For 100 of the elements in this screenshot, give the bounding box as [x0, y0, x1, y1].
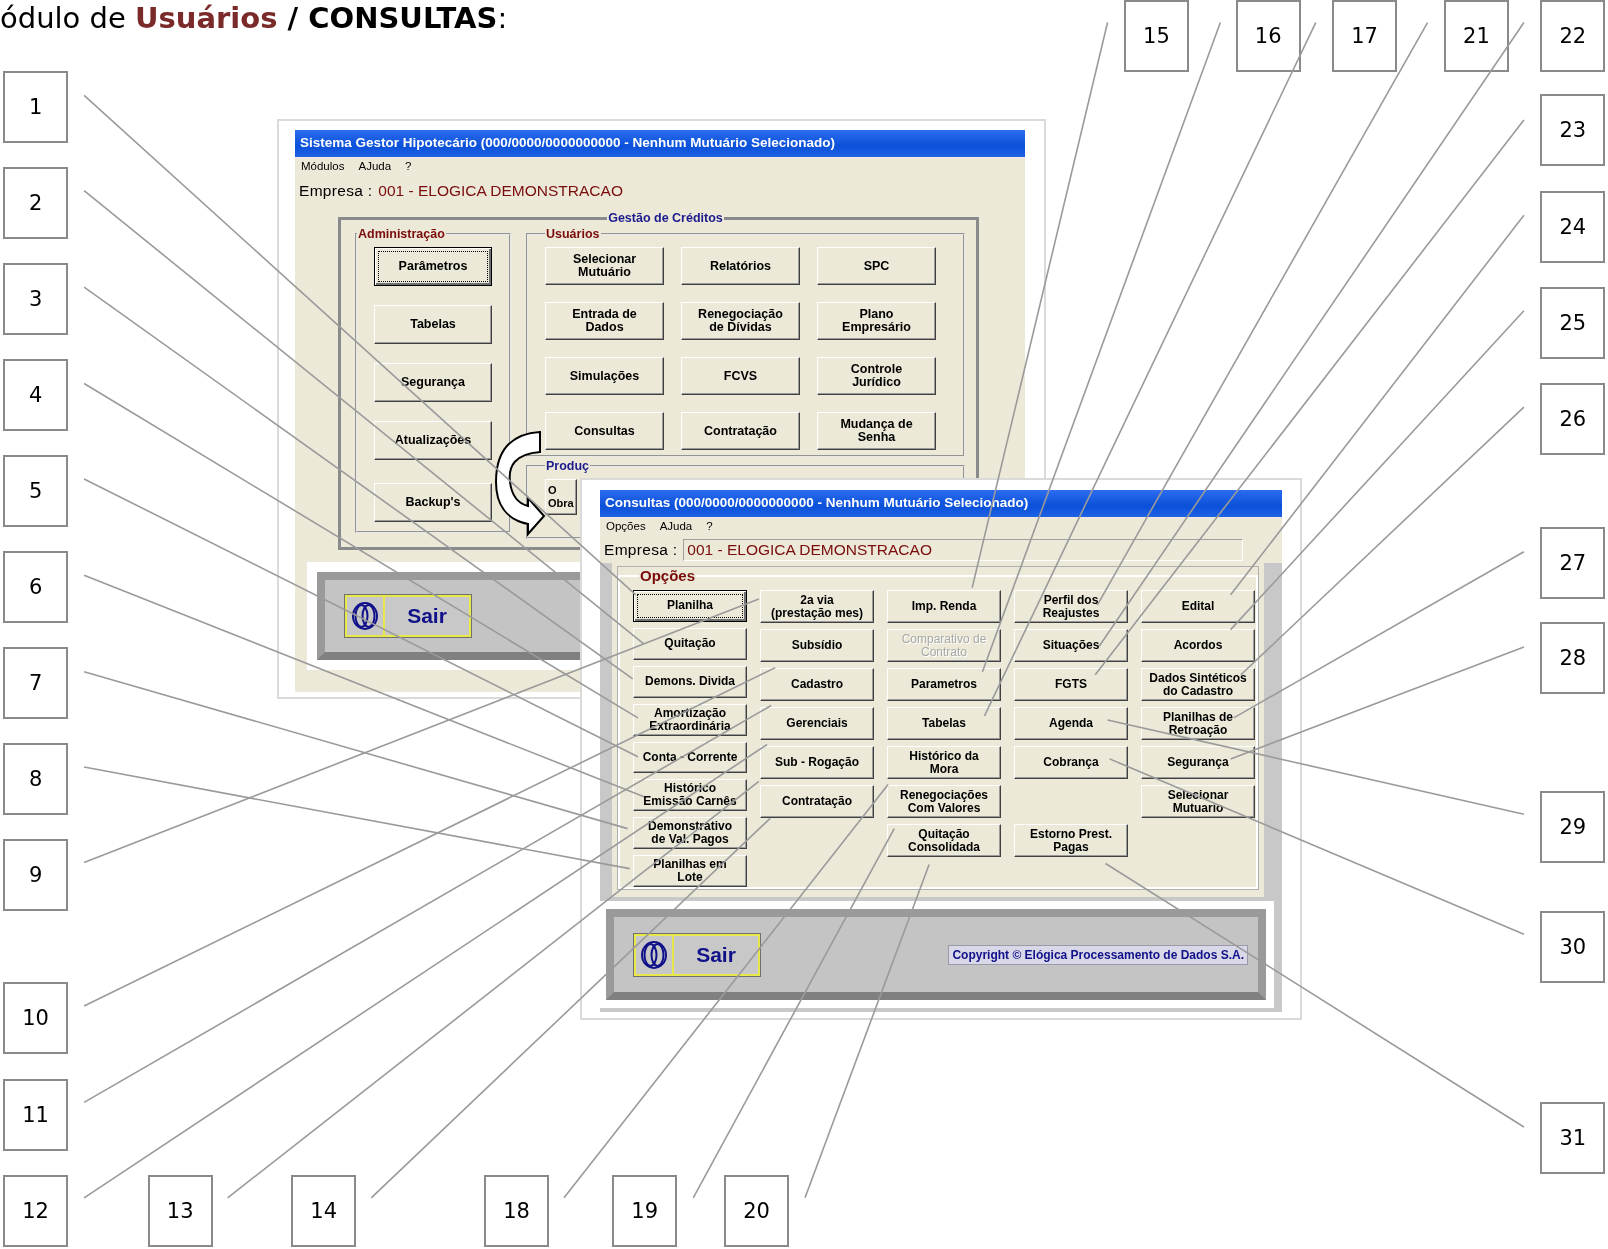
- callout-number: 20: [724, 1175, 789, 1248]
- callout-number: 6: [3, 550, 69, 623]
- callout-number: 13: [147, 1175, 213, 1248]
- callout-number: 12: [3, 1175, 69, 1248]
- callout-number: 18: [484, 1175, 550, 1248]
- menu-button[interactable]: Relatórios: [681, 247, 800, 285]
- menu-button[interactable]: Mudança de Senha: [817, 412, 936, 450]
- callout-number: 14: [291, 1175, 357, 1248]
- callout-number: 25: [1540, 287, 1606, 360]
- callout-number: 31: [1540, 1102, 1606, 1175]
- menu-button[interactable]: Histórico da Mora: [887, 746, 1001, 779]
- menu-button[interactable]: 2a via (prestação mes): [760, 590, 874, 623]
- menu-button[interactable]: Selecionar Mutuario: [1141, 785, 1255, 818]
- exit-button[interactable]: Sair: [345, 595, 471, 637]
- menu-button[interactable]: Edital: [1141, 590, 1255, 623]
- menu-button[interactable]: O Obra: [545, 479, 577, 515]
- group-title: Administração: [357, 227, 446, 241]
- menu-item[interactable]: Opções: [606, 520, 646, 537]
- callout-number: 3: [3, 262, 69, 335]
- group-title: Produç: [545, 459, 591, 473]
- callout-number: 27: [1540, 527, 1606, 600]
- menu-button[interactable]: Quitação Consolidada: [887, 824, 1001, 857]
- callout-number: 8: [3, 743, 69, 816]
- callout-number: 16: [1235, 0, 1301, 72]
- menu-button[interactable]: Estorno Prest. Pagas: [1014, 824, 1128, 857]
- menu-button[interactable]: Subsídio: [760, 629, 874, 662]
- menu-button[interactable]: Parametros: [887, 668, 1001, 701]
- callout-number: 26: [1540, 382, 1606, 455]
- window-title: Sistema Gestor Hipotecário (000/0000/0000000000 - Nenhum Mutuário Selecionado): [295, 130, 1025, 157]
- callout-number: 22: [1540, 0, 1606, 72]
- callout-number: 4: [3, 358, 69, 431]
- callout-number: 21: [1443, 0, 1509, 72]
- menu-button[interactable]: Tabelas: [887, 707, 1001, 740]
- callout-number: 28: [1540, 622, 1606, 695]
- callout-number: 15: [1123, 0, 1189, 72]
- menu-button[interactable]: SPC: [817, 247, 936, 285]
- menu-button[interactable]: Consultas: [545, 412, 664, 450]
- company-value: 001 - ELOGICA DEMONSTRACAO: [378, 182, 623, 200]
- callout-number: 23: [1540, 94, 1606, 167]
- callout-number: 7: [3, 647, 69, 720]
- menu-button[interactable]: Acordos: [1141, 629, 1255, 662]
- menu-button[interactable]: Plano Empresário: [817, 302, 936, 340]
- menu-button[interactable]: FGTS: [1014, 668, 1128, 701]
- menu-button[interactable]: Renegociação de Dívidas: [681, 302, 800, 340]
- menu-button[interactable]: Histórico Emissão Carnês: [633, 779, 747, 812]
- company-label: Empresa :: [299, 182, 373, 200]
- menu-button[interactable]: Agenda: [1014, 707, 1128, 740]
- callout-number: 30: [1540, 910, 1606, 983]
- menu-button[interactable]: Amortização Extraordinária: [633, 703, 747, 736]
- callout-number: 9: [3, 838, 69, 911]
- menu-button[interactable]: Planilhas de Retroação: [1141, 707, 1255, 740]
- menu-button[interactable]: Selecionar Mutuário: [545, 247, 664, 285]
- window-title: Consultas (000/0000/0000000000 - Nenhum Mutuário Selecionado): [600, 490, 1282, 517]
- callout-number: 2: [3, 167, 69, 240]
- menu-item[interactable]: Módulos: [301, 160, 345, 177]
- menu-button[interactable]: Imp. Renda: [887, 590, 1001, 623]
- callout-number: 29: [1540, 790, 1606, 863]
- group-title: Usuários: [545, 227, 601, 241]
- menu-button[interactable]: Entrada de Dados: [545, 302, 664, 340]
- menu-item[interactable]: AJuda: [358, 160, 392, 177]
- menu-item[interactable]: AJuda: [659, 520, 693, 537]
- menu-button[interactable]: Perfil dos Reajustes: [1014, 590, 1128, 623]
- company-label: Empresa :: [604, 541, 678, 559]
- menu-button[interactable]: Planilhas em Lote: [633, 855, 747, 887]
- menu-button[interactable]: Cadastro: [760, 668, 874, 701]
- menu-button[interactable]: Backup's: [374, 483, 492, 522]
- menu-button[interactable]: Demons. Divida: [633, 665, 747, 698]
- menu-button[interactable]: Simulações: [545, 357, 664, 395]
- callout-number: 5: [3, 455, 69, 528]
- rings-icon: [351, 601, 379, 631]
- callout-number: 1: [3, 70, 69, 143]
- menu-item[interactable]: ?: [405, 160, 412, 177]
- menu-button[interactable]: Renegociações Com Valores: [887, 785, 1001, 818]
- menu-button[interactable]: Contratação: [760, 785, 874, 818]
- callout-number: 24: [1540, 190, 1606, 263]
- menu-button[interactable]: Dados Sintéticos do Cadastro: [1141, 668, 1255, 701]
- page-heading: ódulo de Usuários / CONSULTAS:: [0, 0, 508, 36]
- group-title: Gestão de Créditos: [607, 211, 724, 225]
- menu-button[interactable]: Segurança: [1141, 746, 1255, 779]
- menu-button[interactable]: Contratação: [681, 412, 800, 450]
- rings-icon: [640, 939, 668, 970]
- company-field: 001 - ELOGICA DEMONSTRACAO: [683, 539, 1244, 561]
- exit-button[interactable]: Sair: [634, 933, 760, 976]
- menu-button[interactable]: Demonstrativo de Val. Pagos: [633, 817, 747, 850]
- menu-button[interactable]: Controle Jurídico: [817, 357, 936, 395]
- menu-button[interactable]: Quitação: [633, 627, 747, 660]
- menu-button[interactable]: Situações: [1014, 629, 1128, 662]
- menu-item[interactable]: ?: [706, 520, 713, 537]
- menu-button[interactable]: Tabelas: [374, 305, 492, 344]
- menu-button[interactable]: Cobrança: [1014, 746, 1128, 779]
- callout-number: 17: [1332, 0, 1398, 72]
- menu-button[interactable]: Planilha: [633, 590, 747, 622]
- menu-button[interactable]: FCVS: [681, 357, 800, 395]
- menu-button[interactable]: Atualizações: [374, 421, 492, 460]
- group-title: Opções: [639, 567, 697, 584]
- menu-button[interactable]: Gerenciais: [760, 707, 874, 740]
- callout-number: 11: [3, 1078, 69, 1151]
- menu-button[interactable]: Segurança: [374, 363, 492, 402]
- menu-button[interactable]: Parâmetros: [374, 247, 492, 286]
- menu-button[interactable]: Sub - Rogação: [760, 746, 874, 779]
